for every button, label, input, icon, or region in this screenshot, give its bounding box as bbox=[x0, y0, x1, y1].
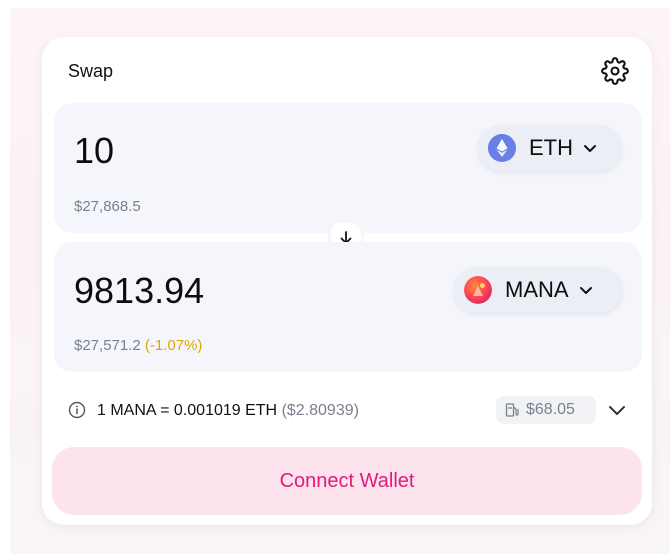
chevron-down-icon bbox=[584, 145, 596, 152]
gas-value: $68.05 bbox=[526, 401, 575, 418]
connect-wallet-button[interactable]: Connect Wallet bbox=[52, 447, 642, 515]
info-icon bbox=[68, 401, 86, 419]
gas-pump-icon bbox=[505, 403, 519, 417]
sell-usd-value: $27,868.5 bbox=[74, 198, 141, 215]
buy-amount-input[interactable]: 9813.94 bbox=[74, 270, 204, 312]
mana-icon bbox=[464, 276, 492, 304]
sell-token-symbol: ETH bbox=[529, 135, 573, 160]
buy-usd-value: $27,571.2 (-1.07%) bbox=[74, 337, 202, 354]
exchange-rate-text: 1 MANA = 0.001019 ETH bbox=[97, 402, 278, 419]
sell-amount-input[interactable]: 10 bbox=[74, 130, 114, 172]
swap-card: Swap 10 $27,868.5 ETH 9813.94 $27,571.2 … bbox=[42, 37, 652, 525]
exchange-rate: 1 MANA = 0.001019 ETH ($2.80939) bbox=[97, 402, 359, 420]
sell-token-selector[interactable]: ETH bbox=[478, 125, 622, 171]
swap-header: Swap bbox=[42, 37, 652, 103]
buy-usd-amount: $27,571.2 bbox=[74, 337, 141, 354]
connect-wallet-label: Connect Wallet bbox=[279, 469, 415, 492]
chevron-down-icon[interactable] bbox=[608, 404, 626, 416]
swap-title: Swap bbox=[68, 61, 114, 81]
gear-icon[interactable] bbox=[601, 57, 629, 85]
buy-token-selector[interactable]: MANA bbox=[454, 267, 622, 313]
buy-token-symbol: MANA bbox=[505, 277, 569, 302]
eth-icon bbox=[488, 134, 516, 162]
buy-panel: 9813.94 $27,571.2 (-1.07%) MANA bbox=[54, 242, 642, 372]
sell-panel: 10 $27,868.5 ETH bbox=[54, 103, 642, 233]
exchange-rate-usd: ($2.80939) bbox=[281, 402, 359, 419]
rate-row[interactable]: 1 MANA = 0.001019 ETH ($2.80939) $68.05 bbox=[68, 395, 628, 425]
gas-estimate-badge: $68.05 bbox=[496, 396, 596, 424]
price-impact: (-1.07%) bbox=[144, 337, 203, 354]
chevron-down-icon bbox=[579, 287, 592, 294]
